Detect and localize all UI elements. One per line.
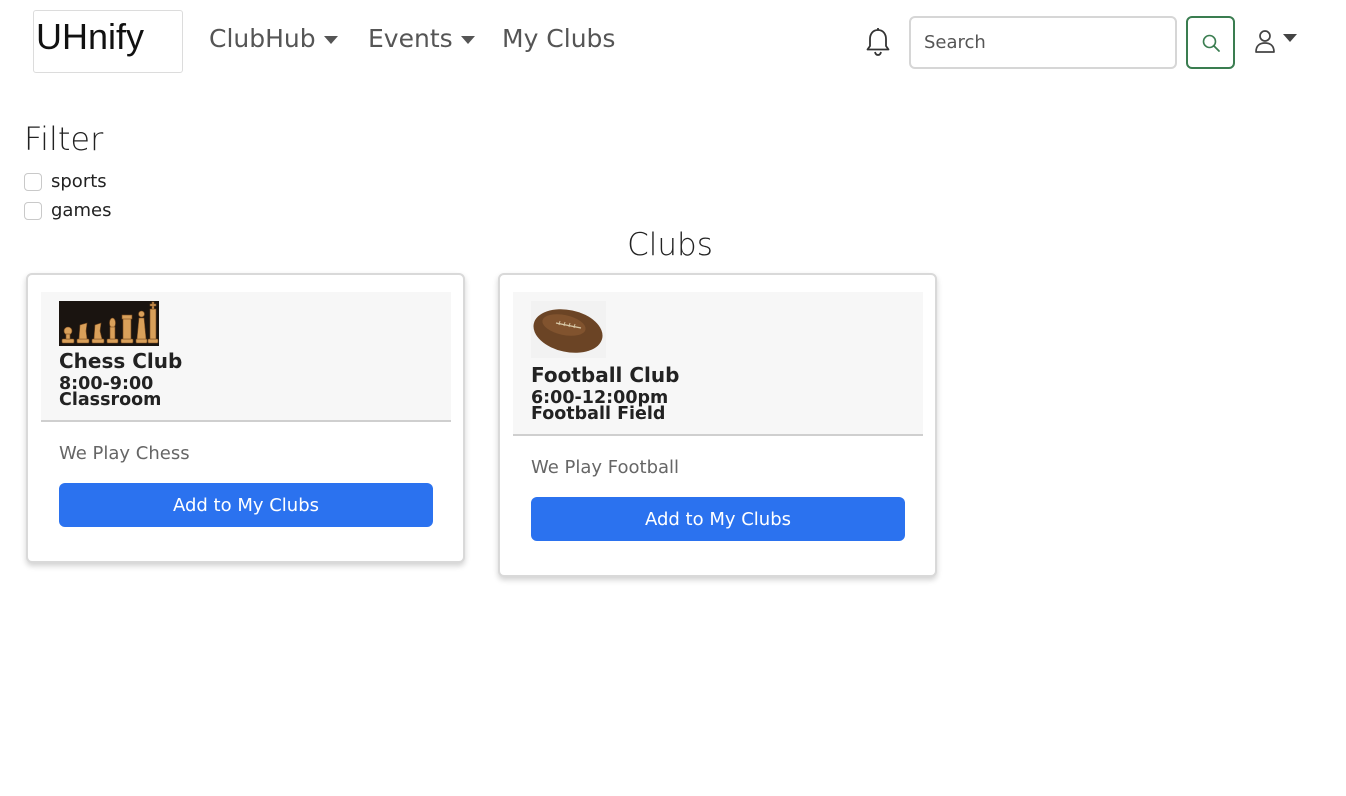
club-location: Football Field bbox=[531, 404, 666, 424]
person-icon bbox=[1255, 30, 1275, 53]
club-description: We Play Football bbox=[531, 457, 680, 478]
filter-option-label: sports bbox=[51, 171, 107, 192]
card-header: Chess Club 8:00-9:00 Classroom bbox=[41, 292, 451, 422]
search-icon bbox=[1202, 34, 1220, 52]
add-to-my-clubs-button[interactable]: Add to My Clubs bbox=[531, 497, 905, 541]
nav-events-label: Events bbox=[368, 24, 453, 53]
filter-option-sports[interactable]: sports bbox=[24, 171, 107, 192]
search-button[interactable] bbox=[1186, 16, 1235, 69]
club-name: Football Club bbox=[531, 363, 680, 387]
chess-pieces-image bbox=[59, 301, 159, 346]
games-checkbox[interactable] bbox=[24, 201, 42, 220]
club-description: We Play Chess bbox=[59, 443, 190, 464]
brand-logo-text: UHnify bbox=[36, 16, 145, 57]
nav-clubhub-label: ClubHub bbox=[209, 24, 316, 53]
user-menu-dropdown[interactable] bbox=[1253, 28, 1297, 54]
nav-my-clubs-label: My Clubs bbox=[502, 24, 616, 53]
chevron-down-icon bbox=[460, 35, 475, 44]
club-card-chess: Chess Club 8:00-9:00 Classroom We Play C… bbox=[26, 273, 465, 563]
navbar: UHnify ClubHub Events My Clubs bbox=[0, 0, 1346, 84]
nav-my-clubs-link[interactable]: My Clubs bbox=[502, 24, 615, 53]
add-to-my-clubs-button[interactable]: Add to My Clubs bbox=[59, 483, 433, 527]
search-input[interactable] bbox=[909, 16, 1177, 69]
filter-title: Filter bbox=[24, 120, 104, 158]
club-card-football: Football Club 6:00-12:00pm Football Fiel… bbox=[498, 273, 937, 577]
club-location: Classroom bbox=[59, 390, 162, 410]
brand-logo[interactable]: UHnify bbox=[33, 10, 183, 73]
bell-icon[interactable] bbox=[864, 27, 892, 57]
card-header: Football Club 6:00-12:00pm Football Fiel… bbox=[513, 292, 923, 436]
chevron-down-icon bbox=[1283, 34, 1297, 42]
sports-checkbox[interactable] bbox=[24, 172, 42, 191]
filter-option-label: games bbox=[51, 200, 112, 221]
nav-clubhub-dropdown[interactable]: ClubHub bbox=[209, 24, 338, 53]
football-image bbox=[531, 301, 606, 358]
clubs-heading: Clubs bbox=[627, 227, 713, 263]
chevron-down-icon bbox=[323, 35, 338, 44]
club-name: Chess Club bbox=[59, 349, 183, 373]
nav-events-dropdown[interactable]: Events bbox=[368, 24, 475, 53]
filter-option-games[interactable]: games bbox=[24, 200, 111, 221]
